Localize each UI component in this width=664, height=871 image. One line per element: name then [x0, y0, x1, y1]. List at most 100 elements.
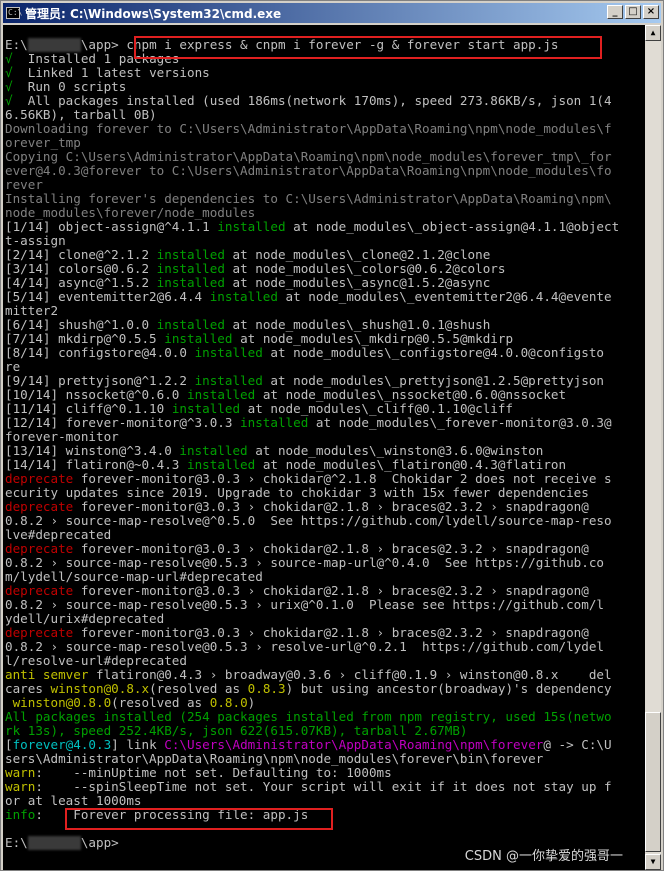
scroll-down-arrow-icon[interactable]: ▼ — [645, 854, 661, 870]
console-text: m/lydell/source-map-url#deprecated — [5, 569, 263, 584]
console-text: forever-monitor — [5, 429, 119, 444]
console-text: [11/14] cliff@^0.1.10 — [5, 401, 172, 416]
console-line: √ All packages installed (used 186ms(net… — [5, 94, 619, 108]
console-text: forever-monitor@3.0.3 › chokidar@2.1.8 ›… — [73, 583, 589, 598]
console-text: 0.8.2 › source-map-resolve@^0.5.0 See ht… — [5, 513, 612, 528]
close-button[interactable]: × — [643, 5, 659, 19]
console-line: sers\Administrator\AppData\Roaming\npm\n… — [5, 752, 619, 766]
console-text: or at least 1000ms — [5, 793, 142, 808]
console-text: Installing forever's dependencies to C:\… — [5, 191, 612, 206]
scroll-up-arrow-icon[interactable]: ▲ — [645, 25, 661, 41]
minimize-button[interactable]: _ — [607, 5, 623, 19]
console-output[interactable]: E:\Project\app> cnpm i express & cnpm i … — [3, 25, 645, 870]
processing-highlight-box — [65, 808, 333, 830]
title-bar[interactable]: C:\ 管理员: C:\Windows\System32\cmd.exe _ □… — [3, 3, 661, 23]
console-text: All packages installed (254 packages ins… — [5, 709, 612, 724]
console-text: warn — [5, 779, 36, 794]
console-text: C:\Users\Administrator\AppData\Roaming\n… — [164, 737, 544, 752]
console-text: at node_modules\_winston@3.6.0@winston — [247, 443, 544, 458]
console-line: deprecate forever-monitor@3.0.3 › chokid… — [5, 472, 619, 486]
console-text: anti semver — [5, 667, 89, 682]
console-line: [10/14] nssocket@^0.6.0 installed at nod… — [5, 388, 619, 402]
console-text: Downloading forever to C:\Users\Administ… — [5, 121, 612, 136]
console-line: [3/14] colors@0.6.2 installed at node_mo… — [5, 262, 619, 276]
console-line: [5/14] eventemitter2@6.4.4 installed at … — [5, 290, 619, 304]
console-text: [14/14] flatiron@~0.4.3 — [5, 457, 187, 472]
vertical-scrollbar[interactable]: ▲ ▼ — [645, 25, 661, 870]
console-text: 0.8.2 › source-map-resolve@0.5.3 › resol… — [5, 639, 604, 654]
console-text: orever_tmp — [5, 135, 81, 150]
console-line: mitter2 — [5, 304, 619, 318]
console-line: [forever@4.0.3] link C:\Users\Administra… — [5, 738, 619, 752]
console-text: \app> — [80, 835, 119, 850]
console-text: Copying C:\Users\Administrator\AppData\R… — [5, 149, 612, 164]
console-text: at node_modules\_async@1.5.2@async — [224, 275, 491, 290]
console-line: ecurity updates since 2019. Upgrade to c… — [5, 486, 619, 500]
watermark: CSDN @一你挚爱的强哥一 — [464, 849, 623, 864]
console-line: [14/14] flatiron@~0.4.3 installed at nod… — [5, 458, 619, 472]
scroll-thumb[interactable] — [645, 712, 661, 852]
console-text: √ — [5, 51, 13, 66]
console-text: ydell/urix#deprecated — [5, 611, 165, 626]
maximize-button[interactable]: □ — [625, 5, 641, 19]
console-text: at node_modules\_forever-monitor@3.0.3@ — [308, 415, 612, 430]
console-text: at node_modules\_prettyjson@1.2.5@pretty… — [262, 373, 605, 388]
console-text: ) — [247, 695, 256, 710]
console-text: t-assign — [5, 233, 66, 248]
console-text: flatiron@0.4.3 › broadway@0.3.6 › cliff@… — [88, 667, 612, 682]
console-text: ever@4.0.3@forever to C:\Users\Administr… — [5, 163, 612, 178]
console-text: [4/14] async@^1.5.2 — [5, 275, 157, 290]
console-line: [2/14] clone@^2.1.2 installed at node_mo… — [5, 248, 619, 262]
console-line: √ Linked 1 latest versions — [5, 66, 619, 80]
console-line: cares winston@0.8.x(resolved as 0.8.3) b… — [5, 682, 619, 696]
console-text: installed — [240, 415, 309, 430]
console-line: 0.8.2 › source-map-resolve@0.5.3 › urix@… — [5, 598, 619, 612]
redacted-path-segment: Project — [27, 836, 81, 850]
console-text: forever@4.0.3 — [12, 737, 112, 752]
console-text: installed — [171, 401, 241, 416]
console-text: E:\ — [5, 37, 28, 52]
console-text: @ -> C:\U — [543, 737, 612, 752]
console-text: 0.8.0 — [209, 695, 248, 710]
console-text: deprecate — [5, 625, 74, 640]
console-text: (resolved as — [111, 695, 210, 710]
console-text: ) but using ancestor(broadway)'s depende… — [285, 681, 612, 696]
console-line: warn: --spinSleepTime not set. Your scri… — [5, 780, 619, 794]
console-text: deprecate — [5, 583, 74, 598]
console-line: rk 13s), speed 252.4KB/s, json 622(615.0… — [5, 724, 619, 738]
console-line: [11/14] cliff@^0.1.10 installed at node_… — [5, 402, 619, 416]
console-line: [13/14] winston@^3.4.0 installed at node… — [5, 444, 619, 458]
console-text: lve#deprecated — [5, 527, 112, 542]
console-text: sers\Administrator\AppData\Roaming\npm\n… — [5, 751, 544, 766]
console-line: rever — [5, 178, 619, 192]
window-controls: _ □ × — [607, 5, 659, 19]
console-text: √ — [5, 65, 13, 80]
console-line: [9/14] prettyjson@^1.2.2 installed at no… — [5, 374, 619, 388]
console-lines: E:\Project\app> cnpm i express & cnpm i … — [5, 38, 619, 850]
console-text: at node_modules\_colors@0.6.2@colors — [224, 261, 506, 276]
console-text: warn — [5, 765, 36, 780]
console-text: rever — [5, 177, 43, 192]
console-line: ydell/urix#deprecated — [5, 612, 619, 626]
console-text: installed — [156, 275, 225, 290]
console-text: installed — [164, 331, 233, 346]
console-line: [1/14] object-assign@^4.1.1 installed at… — [5, 220, 619, 234]
console-line: l/resolve-url#deprecated — [5, 654, 619, 668]
console-text: at node_modules\_shush@1.0.1@shush — [224, 317, 491, 332]
console-text: installed — [186, 457, 256, 472]
console-text: Linked 1 latest versions — [12, 65, 210, 80]
console-line: [4/14] async@^1.5.2 installed at node_mo… — [5, 276, 619, 290]
console-line: Installing forever's dependencies to C:\… — [5, 192, 619, 206]
console-line: deprecate forever-monitor@3.0.3 › chokid… — [5, 542, 619, 556]
console-line: ever@4.0.3@forever to C:\Users\Administr… — [5, 164, 619, 178]
console-line: 6.56KB), tarball 0B) — [5, 108, 619, 122]
console-text: [12/14] forever-monitor@^3.0.3 — [5, 415, 241, 430]
console-line: re — [5, 360, 619, 374]
console-text: 6.56KB), tarball 0B) — [5, 107, 157, 122]
console-text: at node_modules\_nssocket@0.6.0@nssocket — [255, 387, 567, 402]
console-text: at node_modules\_configstore@4.0.0@confi… — [262, 345, 605, 360]
cmd-icon: C:\ — [6, 7, 23, 19]
console-line: 0.8.2 › source-map-resolve@0.5.3 › sourc… — [5, 556, 619, 570]
console-line: warn: --minUptime not set. Defaulting to… — [5, 766, 619, 780]
console-text: installed — [186, 387, 256, 402]
